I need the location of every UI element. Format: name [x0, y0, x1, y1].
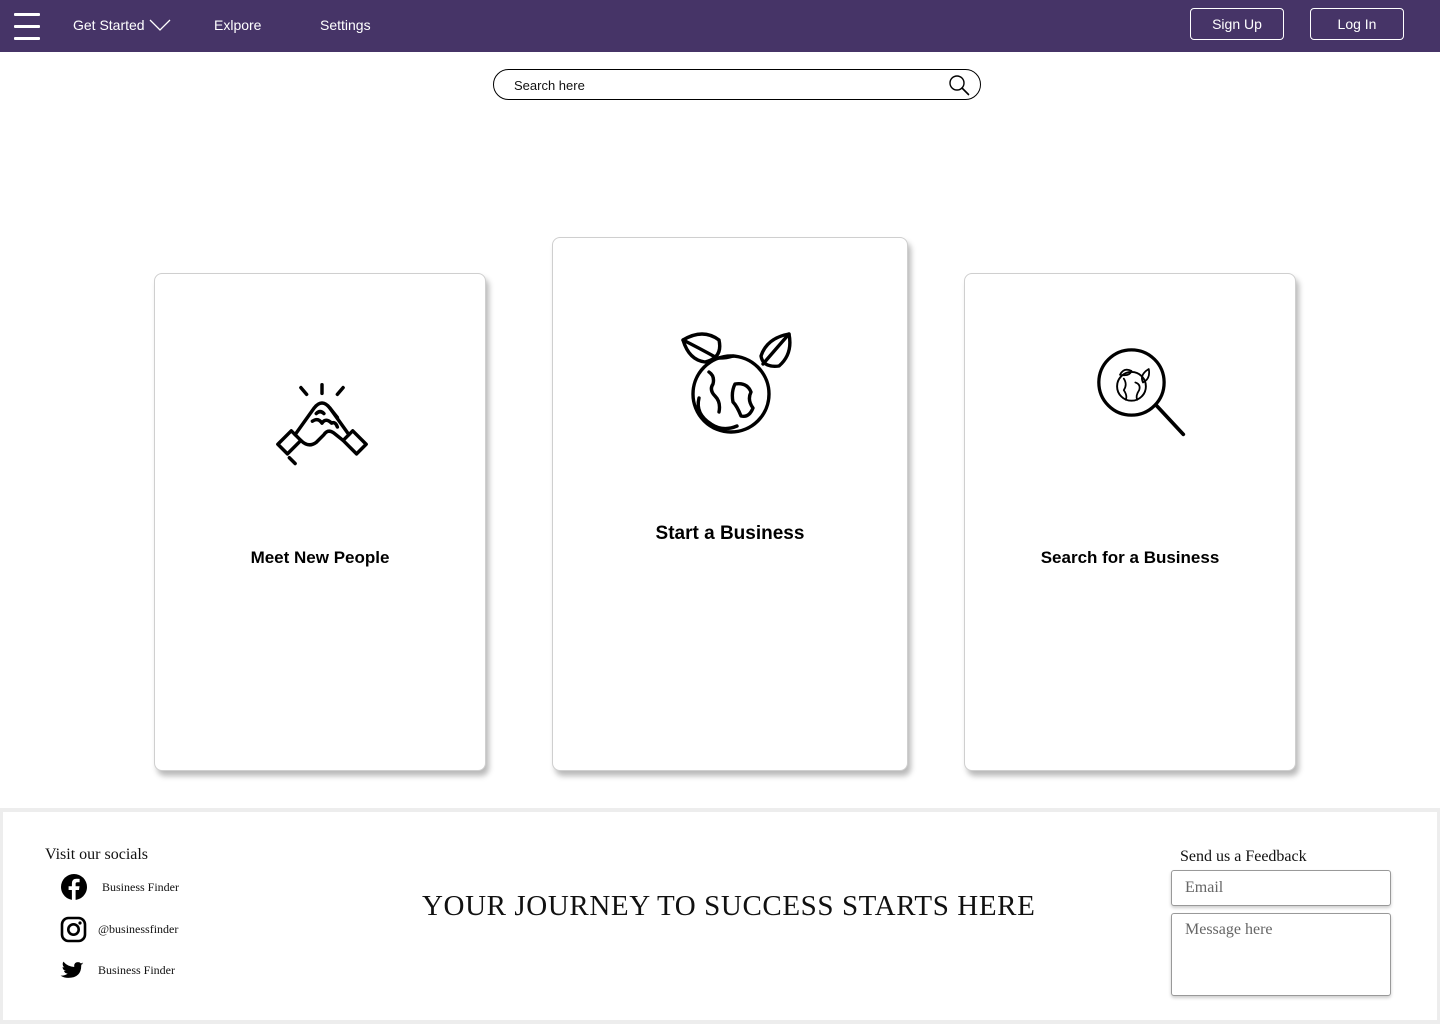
social-link-facebook[interactable]: Business Finder [60, 873, 179, 901]
magnifier-globe-icon [1097, 348, 1186, 437]
nav-get-started-label: Get Started [73, 17, 145, 33]
card-start-a-business[interactable]: Start a Business [552, 237, 908, 771]
search-icon[interactable] [948, 74, 970, 96]
nav-explore[interactable]: Exlpore [214, 16, 261, 34]
feedback-message-field[interactable] [1171, 913, 1391, 996]
social-label: Business Finder [98, 962, 176, 977]
card-title: Start a Business [655, 523, 805, 544]
nav-get-started[interactable]: Get Started [73, 16, 171, 34]
feedback-email-field[interactable] [1171, 870, 1391, 906]
facebook-icon [61, 874, 87, 900]
card-title: Search for a Business [1040, 548, 1220, 567]
nav-settings[interactable]: Settings [320, 16, 371, 34]
feedback-heading: Send us a Feedback [1180, 848, 1307, 865]
globe-leaves-icon [681, 332, 792, 434]
social-link-twitter[interactable]: Business Finder [60, 958, 175, 982]
footer-tagline: YOUR JOURNEY TO SUCCESS STARTS HERE [422, 890, 1036, 922]
socials-heading: Visit our socials [45, 846, 149, 863]
hamburger-icon[interactable] [14, 12, 40, 40]
search-bar [493, 69, 981, 100]
social-label: Business Finder [102, 879, 180, 894]
card-title: Meet New People [250, 548, 390, 567]
card-search-for-a-business[interactable]: Search for a Business [964, 273, 1296, 771]
social-link-instagram[interactable]: @businessfinder [60, 916, 178, 943]
search-input[interactable] [514, 76, 934, 94]
instagram-icon [60, 916, 87, 943]
log-in-button[interactable]: Log In [1310, 8, 1404, 40]
top-navbar: Get Started Exlpore Settings Sign Up Log… [0, 0, 1440, 52]
sign-up-button[interactable]: Sign Up [1190, 8, 1284, 40]
social-label: @businessfinder [98, 922, 179, 936]
handshake-icon [276, 383, 368, 466]
twitter-icon [60, 961, 84, 978]
card-meet-new-people[interactable]: Meet New People [154, 273, 486, 771]
chevron-down-icon [149, 19, 171, 31]
